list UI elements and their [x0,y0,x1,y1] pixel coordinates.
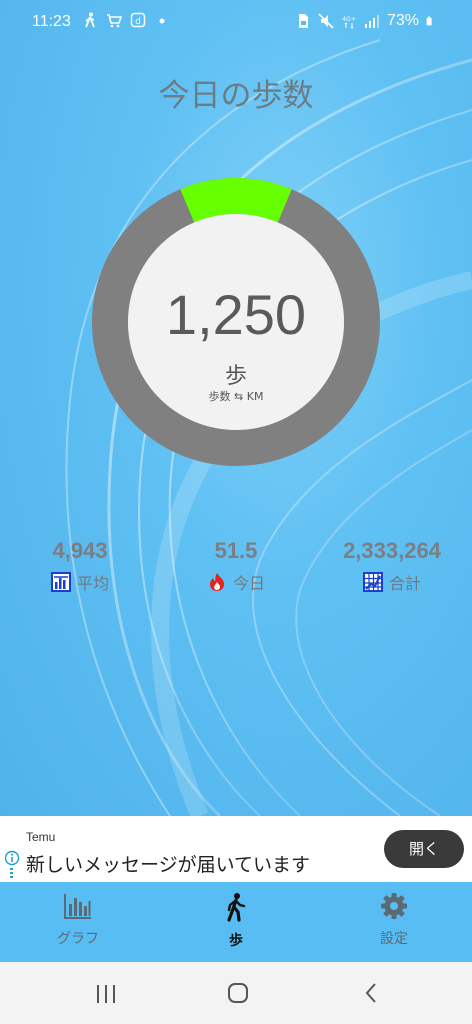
ad-open-button[interactable]: 開く [384,830,464,868]
nav-label-graph: グラフ [57,931,99,947]
signal-icon [364,15,379,28]
nav-item-steps[interactable]: 歩 [176,892,296,950]
dot-icon [159,18,165,24]
stat-average: 4,943 平均 [30,538,130,594]
status-time: 11:23 [32,13,71,30]
today-value: 51.5 [214,538,258,563]
fire-icon [209,573,224,591]
total-grid-icon [362,572,383,592]
ad-banner[interactable]: Temu 新しいメッセージが届いています 開く [0,816,472,882]
sim-icon [298,14,308,28]
steps-unit: 歩 [224,364,247,389]
d-app-icon: d [130,12,146,28]
today-label: 今日 [232,574,265,593]
4g-icon: 4G+ [342,16,356,29]
ad-message: 新しいメッセージが届いています [26,854,311,876]
nav-label-steps: 歩 [229,933,243,949]
bottom-navigation: グラフ 歩 設定 [0,882,472,962]
ad-advertiser: Temu [26,830,56,844]
gear-icon [381,893,407,919]
steps-km-toggle[interactable]: 歩数 ⇆ KM [186,388,286,404]
nav-item-settings[interactable]: 設定 [334,892,454,948]
average-chart-icon [50,572,71,592]
walking-icon [85,12,95,28]
svg-text:4G+: 4G+ [342,16,356,23]
steps-display: 1,250 歩 歩数 ⇆ KM [128,214,344,430]
system-navigation-bar [0,962,472,1024]
mute-icon [318,13,334,29]
bar-chart-icon [64,894,91,919]
status-bar: 11:23 d 4G+ 73% [0,0,472,46]
back-icon[interactable] [352,980,392,1008]
average-label: 平均 [76,574,109,593]
total-label: 合計 [388,574,421,593]
average-value: 4,943 [52,538,108,563]
stat-total: 2,333,264 合計 [322,538,462,594]
recent-apps-icon[interactable] [86,980,126,1008]
stat-today: 51.5 今日 [186,538,286,594]
page-title: 今日の歩数 [158,78,314,114]
progress-arc [180,178,292,223]
steps-count: 1,250 [165,283,307,346]
nav-label-settings: 設定 [380,931,408,947]
svg-text:d: d [135,17,141,27]
nav-item-graph[interactable]: グラフ [18,892,138,948]
cart-icon [107,14,122,28]
ad-info-icon[interactable] [4,850,20,866]
battery-percent: 73% [386,12,419,29]
battery-icon [426,16,432,26]
home-icon[interactable] [218,980,258,1008]
ad-choices-dots [10,868,13,880]
total-value: 2,333,264 [343,538,441,563]
walking-icon [227,893,246,922]
